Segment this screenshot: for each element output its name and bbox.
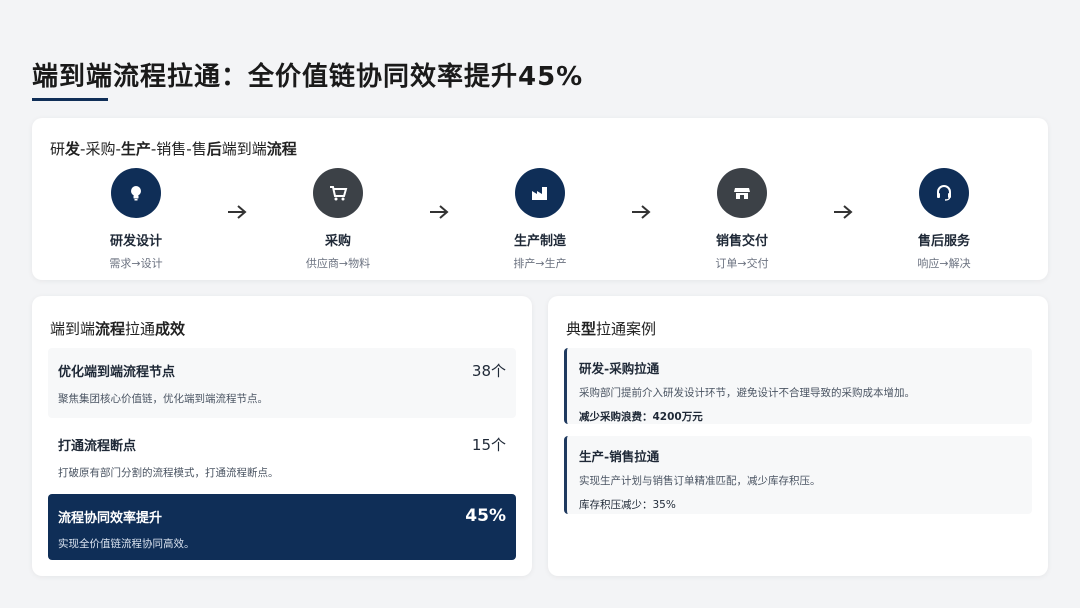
factory-icon [515, 168, 565, 218]
result-desc: 实现全价值链流程协同高效。 [58, 538, 195, 550]
flow-step-rd: 研发设计 需求→设计 [71, 168, 201, 271]
case-item: 生产-销售拉通 实现生产计划与销售订单精准匹配，减少库存积压。 库存积压减少：3… [564, 436, 1032, 514]
case-desc: 实现生产计划与销售订单精准匹配，减少库存积压。 [579, 475, 821, 487]
result-item-highlight: 流程协同效率提升 45% 实现全价值链流程协同高效。 [48, 494, 516, 560]
step-name: 售后服务 [917, 234, 970, 249]
result-value: 45% [465, 506, 506, 526]
result-value: 15个 [471, 436, 506, 454]
step-sub: 订单→交付 [715, 257, 769, 270]
store-icon [717, 168, 767, 218]
cart-icon [313, 168, 363, 218]
case-title: 生产-销售拉通 [579, 449, 660, 464]
result-item: 打通流程断点 15个 打破原有部门分割的流程模式，打通流程断点。 [48, 422, 516, 492]
step-name: 研发设计 [109, 234, 162, 249]
result-desc: 打破原有部门分割的流程模式，打通流程断点。 [58, 467, 279, 479]
step-sub: 响应→解决 [917, 257, 971, 270]
lightbulb-icon [111, 168, 161, 218]
cases-card: 典型拉通案例 研发-采购拉通 采购部门提前介入研发设计环节，避免设计不合理导致的… [548, 296, 1048, 576]
case-metric: 减少采购浪费：4200万元 [579, 411, 703, 423]
headset-icon [919, 168, 969, 218]
arrow-right-icon [427, 202, 451, 222]
arrow-right-icon [629, 202, 653, 222]
flow-step-purchase: 采购 供应商→物料 [273, 168, 403, 271]
step-name: 生产制造 [513, 234, 566, 249]
step-sub: 供应商→物料 [305, 257, 371, 270]
result-value: 38个 [471, 362, 506, 380]
flow-title: 研发-采购-生产-销售-售后端到端流程 [50, 140, 297, 158]
results-card: 端到端流程拉通成效 优化端到端流程节点 38个 聚焦集团核心价值链，优化端到端流… [32, 296, 532, 576]
case-metric: 库存积压减少：35% [579, 499, 676, 511]
page-title: 端到端流程拉通：全价值链协同效率提升45% [32, 62, 584, 92]
result-item: 优化端到端流程节点 38个 聚焦集团核心价值链，优化端到端流程节点。 [48, 348, 516, 418]
results-title: 端到端流程拉通成效 [50, 320, 186, 338]
flow-step-sales: 销售交付 订单→交付 [677, 168, 807, 271]
flow-step-aftersales: 售后服务 响应→解决 [879, 168, 1009, 271]
result-label: 流程协同效率提升 [58, 510, 163, 526]
case-item: 研发-采购拉通 采购部门提前介入研发设计环节，避免设计不合理导致的采购成本增加。… [564, 348, 1032, 424]
case-desc: 采购部门提前介入研发设计环节，避免设计不合理导致的采购成本增加。 [579, 387, 915, 399]
step-sub: 排产→生产 [513, 257, 567, 270]
flow-step-production: 生产制造 排产→生产 [475, 168, 605, 271]
arrow-right-icon [225, 202, 249, 222]
cases-title: 典型拉通案例 [566, 320, 657, 338]
result-label: 打通流程断点 [58, 439, 137, 454]
flow-card: 研发-采购-生产-销售-售后端到端流程 研发设计 需求→设计 采购 供应商→物料… [32, 118, 1048, 280]
title-underline [32, 98, 108, 101]
arrow-right-icon [831, 202, 855, 222]
step-name: 销售交付 [715, 234, 768, 249]
step-sub: 需求→设计 [109, 257, 163, 270]
result-desc: 聚焦集团核心价值链，优化端到端流程节点。 [58, 393, 268, 405]
result-label: 优化端到端流程节点 [58, 365, 176, 380]
step-name: 采购 [324, 234, 351, 249]
case-title: 研发-采购拉通 [579, 361, 660, 376]
